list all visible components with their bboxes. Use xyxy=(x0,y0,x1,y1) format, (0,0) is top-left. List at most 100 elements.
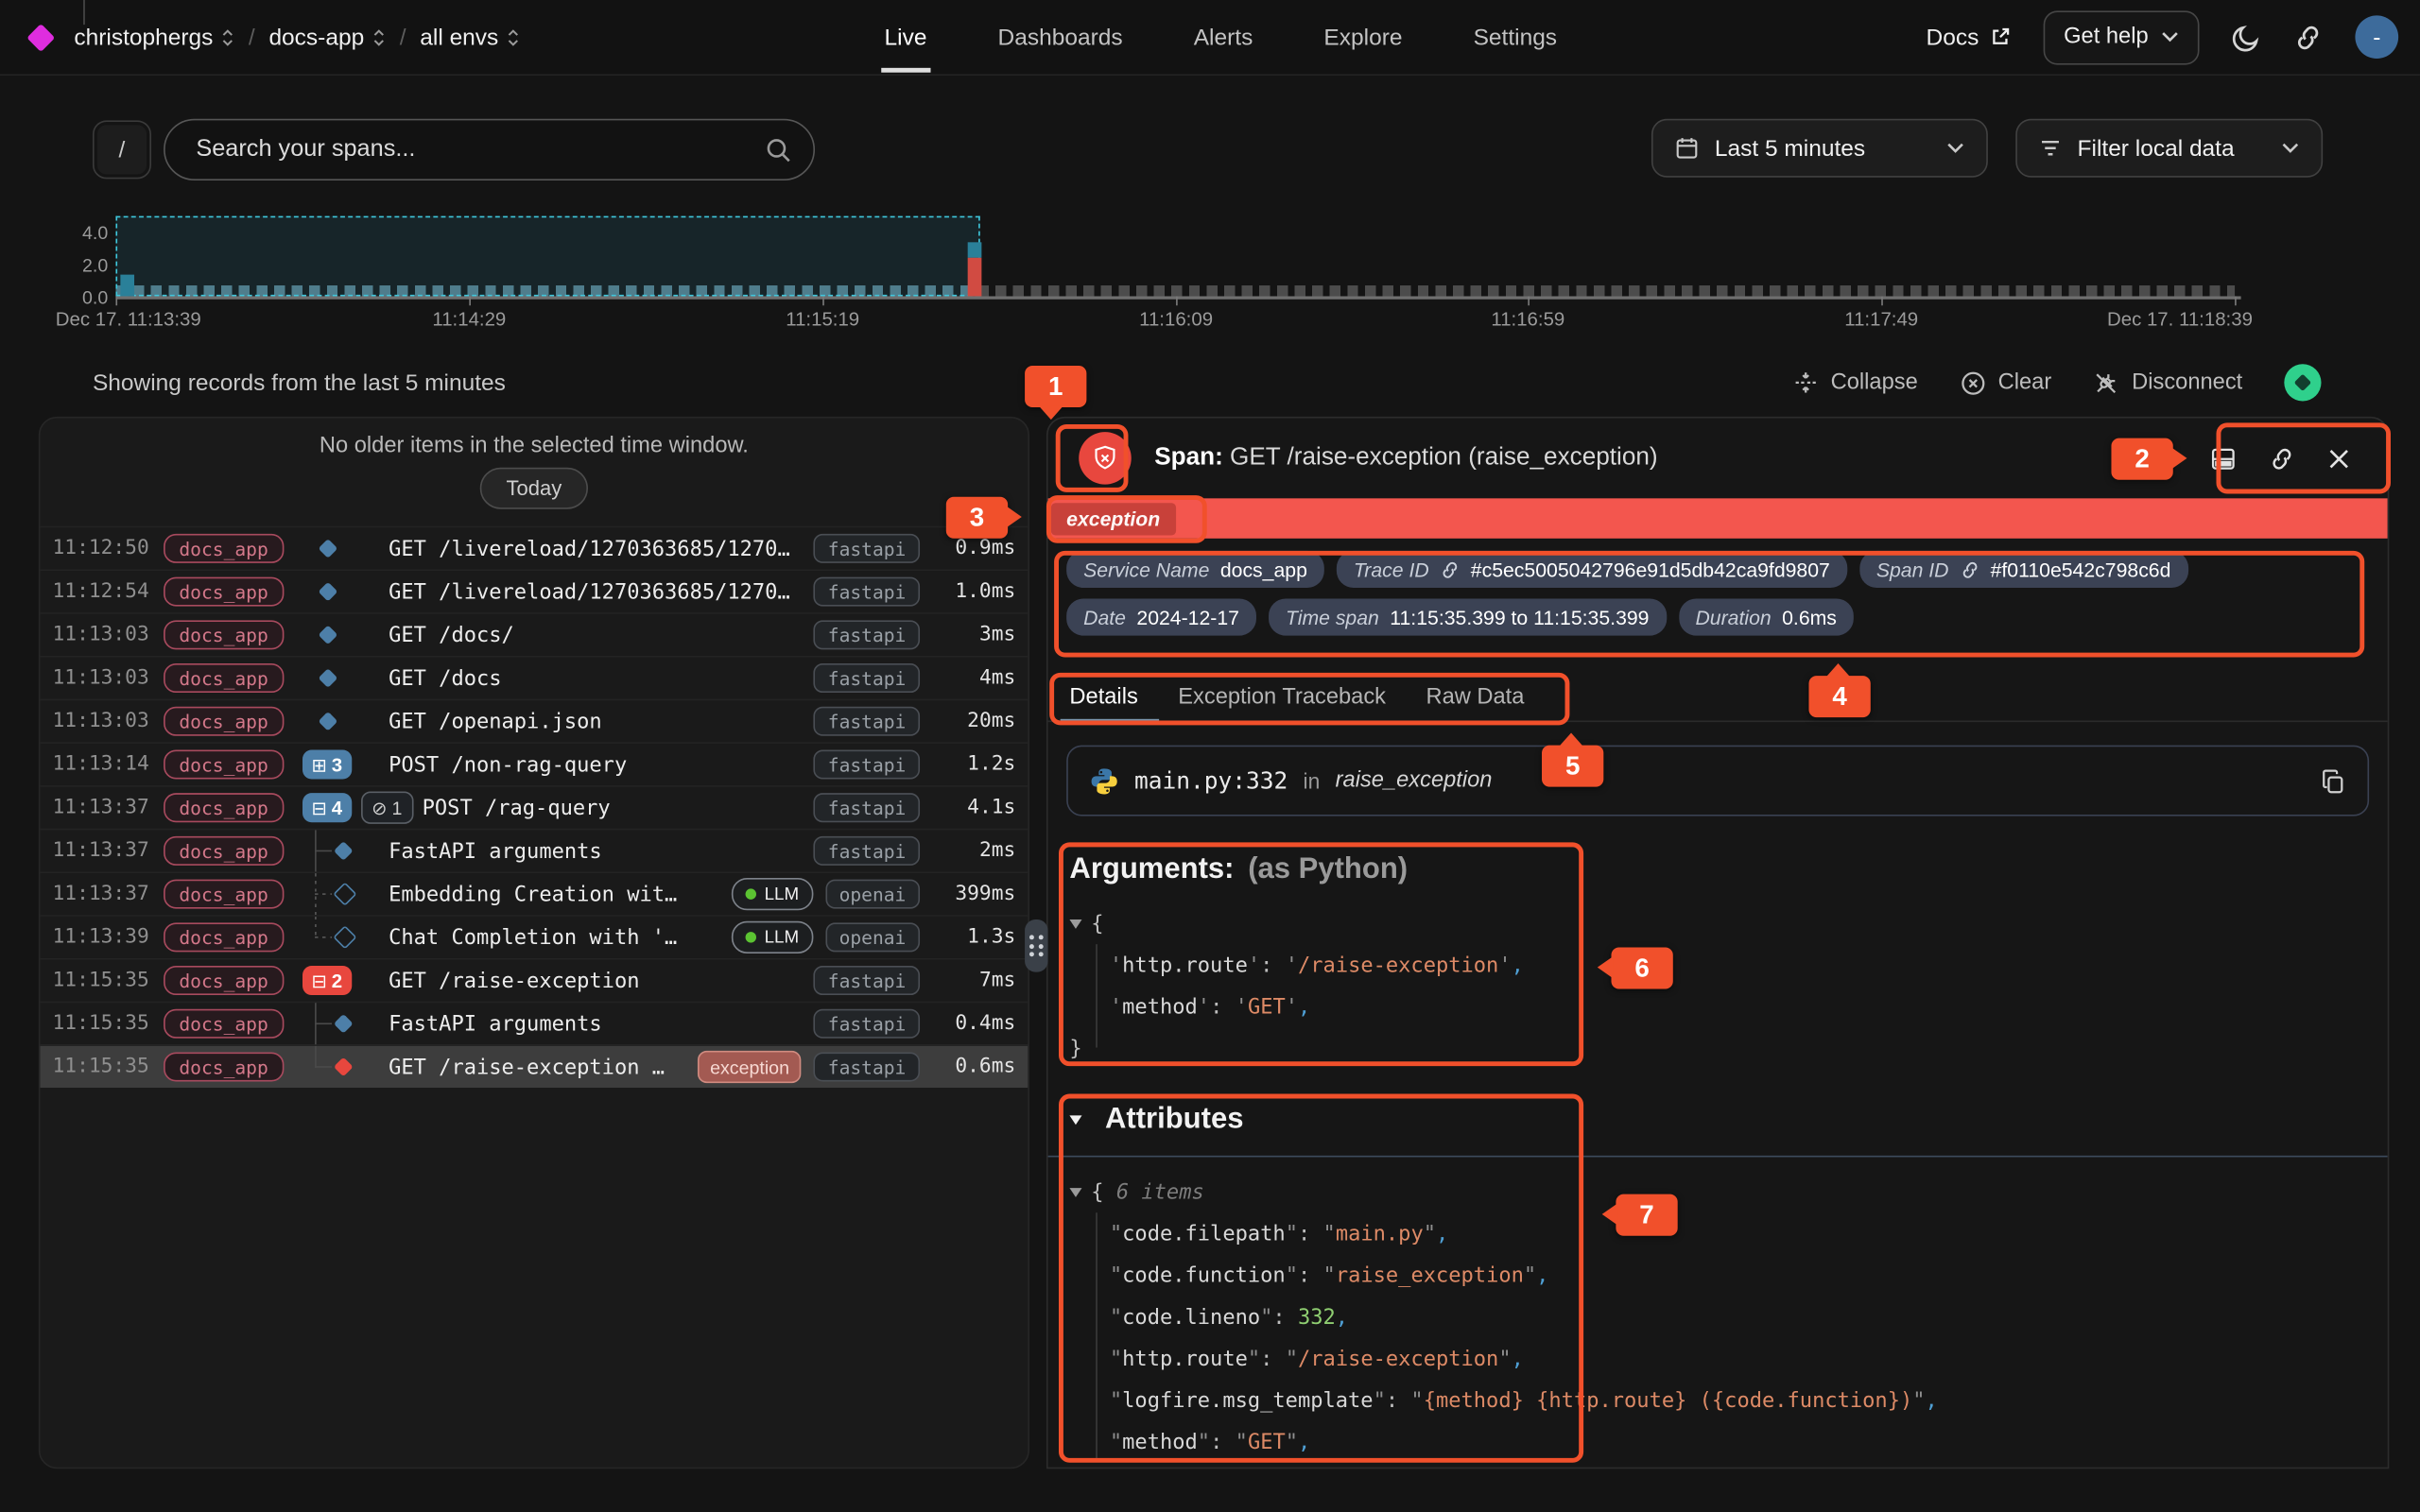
chevrons-up-down-icon xyxy=(506,27,520,47)
external-link-icon xyxy=(1990,26,2012,48)
span-row[interactable]: 11:13:37docs_appFastAPI argumentsfastapi… xyxy=(40,829,1028,872)
row-time: 11:13:37 xyxy=(53,839,164,862)
collapse-icon: ⊟ xyxy=(311,970,326,991)
share-link-icon[interactable] xyxy=(2293,23,2323,52)
user-avatar[interactable]: - xyxy=(2355,15,2398,59)
span-row[interactable]: 11:13:39docs_appChat Completion with '…L… xyxy=(40,915,1028,958)
framework-tag: fastapi xyxy=(814,707,920,736)
breadcrumb-env[interactable]: all envs xyxy=(420,24,520,50)
search-bar[interactable] xyxy=(164,119,815,180)
spans-timeline-chart[interactable]: 4.0 2.0 0.0 Dec 17. 11:13:39 11:14:29 11… xyxy=(0,208,2420,332)
span-name: Embedding Creation wit… xyxy=(389,882,719,906)
x-axis-label: 11:16:59 xyxy=(1491,309,1564,331)
meta-chip-span-id[interactable]: Span ID #f0110e542c798c6d xyxy=(1859,551,2188,588)
today-button[interactable]: Today xyxy=(480,468,588,509)
span-row[interactable]: 11:13:14docs_app⊞3POST /non-rag-queryfas… xyxy=(40,742,1028,785)
row-icon-zone xyxy=(299,658,379,699)
tab-details[interactable]: Details xyxy=(1069,685,1137,710)
time-range-button[interactable]: Last 5 minutes xyxy=(1651,119,1988,178)
llm-dot-icon xyxy=(746,932,756,942)
nav-link-settings[interactable]: Settings xyxy=(1474,24,1557,50)
source-file-line[interactable]: main.py:332 xyxy=(1134,766,1288,794)
theme-toggle-moon-icon[interactable] xyxy=(2232,23,2261,52)
x-axis-tickmark xyxy=(2235,296,2237,305)
source-location-box[interactable]: main.py:332 in raise_exception xyxy=(1066,746,2369,816)
breadcrumb: christophergs / docs-app / all envs xyxy=(25,0,520,74)
span-row[interactable]: 11:12:54docs_appGET /livereload/12703636… xyxy=(40,569,1028,612)
nav-link-explore[interactable]: Explore xyxy=(1323,24,1402,50)
span-row[interactable]: 11:13:03docs_appGET /docs/fastapi3ms xyxy=(40,612,1028,656)
framework-tag: fastapi xyxy=(814,534,920,563)
logfire-logo-icon[interactable] xyxy=(26,23,55,51)
code-line: "code.function": "raise_exception", xyxy=(1069,1254,2365,1296)
code-line: { xyxy=(1069,902,2365,944)
disconnect-button[interactable]: Disconnect xyxy=(2093,369,2242,396)
span-row[interactable]: 11:13:03docs_appGET /openapi.jsonfastapi… xyxy=(40,699,1028,743)
children-count-badge[interactable]: ⊟4 xyxy=(302,793,352,822)
filter-local-data-button[interactable]: Filter local data xyxy=(2015,119,2323,178)
span-row[interactable]: 11:15:35docs_appFastAPI argumentsfastapi… xyxy=(40,1002,1028,1045)
breadcrumb-project[interactable]: docs-app xyxy=(268,24,386,50)
slash-shortcut-key: / xyxy=(93,120,151,179)
span-row[interactable]: 11:13:37docs_appEmbedding Creation wit…L… xyxy=(40,871,1028,915)
collapse-button[interactable]: Collapse xyxy=(1793,370,1917,395)
annotation-label-1: 1 xyxy=(1025,366,1086,407)
row-time: 11:13:37 xyxy=(53,883,164,905)
row-icon-zone xyxy=(299,830,379,871)
collapse-caret-icon[interactable] xyxy=(1069,919,1081,928)
row-icon-zone: ⊟4⊘1 xyxy=(299,787,412,829)
get-help-button[interactable]: Get help xyxy=(2044,10,2200,64)
arguments-code[interactable]: {'http.route': '/raise-exception','metho… xyxy=(1069,902,2365,1069)
children-count: 2 xyxy=(332,970,342,991)
span-kind-diamond-icon xyxy=(318,539,337,558)
search-input[interactable] xyxy=(193,134,766,165)
breadcrumb-org[interactable]: christophergs xyxy=(74,24,234,50)
docs-link[interactable]: Docs xyxy=(1927,24,2012,50)
llm-label: LLM xyxy=(765,928,800,947)
children-count: 4 xyxy=(332,797,342,818)
span-detail-header: Span: GET /raise-exception (raise_except… xyxy=(1048,418,2388,498)
close-icon[interactable] xyxy=(2327,447,2350,470)
dock-panel-icon[interactable] xyxy=(2210,445,2237,472)
meta-chip-trace-id[interactable]: Trace ID #c5ec5005042796e91d5db42ca9fd98… xyxy=(1337,551,1847,588)
copy-icon[interactable] xyxy=(2320,767,2346,794)
attributes-code[interactable]: { 6 items"code.filepath": "main.py","cod… xyxy=(1069,1171,2365,1463)
service-badge: docs_app xyxy=(164,663,284,693)
app-root: christophergs / docs-app / all envs Live… xyxy=(0,0,2420,1512)
children-count-badge[interactable]: ⊟2 xyxy=(302,966,352,995)
meta-chip-date: Date2024-12-17 xyxy=(1066,598,1256,635)
span-row[interactable]: 11:15:35docs_appGET /raise-exception …ex… xyxy=(40,1044,1028,1088)
span-name: GET /docs/ xyxy=(389,623,802,647)
collapse-caret-icon[interactable] xyxy=(1069,1187,1081,1196)
span-row[interactable]: 11:12:50docs_appGET /livereload/12703636… xyxy=(40,526,1028,570)
panel-resize-handle[interactable] xyxy=(1025,919,1047,972)
x-axis-tickmark xyxy=(822,296,824,305)
connection-status-indicator[interactable] xyxy=(2284,364,2321,401)
span-row[interactable]: 11:13:37docs_app⊟4⊘1POST /rag-queryfasta… xyxy=(40,785,1028,829)
framework-tag: fastapi xyxy=(814,663,920,693)
collapse-caret-icon[interactable] xyxy=(1069,1115,1081,1125)
span-name: GET /openapi.json xyxy=(389,709,802,733)
children-count-badge[interactable]: ⊞3 xyxy=(302,749,352,779)
row-duration: 1.0ms xyxy=(920,580,1015,603)
span-duration-bar-exception[interactable]: exception xyxy=(1048,498,2388,538)
attributes-divider xyxy=(1048,1156,2388,1158)
copy-link-icon[interactable] xyxy=(2269,445,2295,472)
arguments-section-title: Arguments: (as Python) xyxy=(1069,853,1408,887)
clear-button[interactable]: Clear xyxy=(1960,369,2051,396)
span-kind-diamond-icon xyxy=(334,1014,354,1034)
span-row[interactable]: 11:15:35docs_app⊟2GET /raise-exceptionfa… xyxy=(40,958,1028,1002)
nav-link-alerts[interactable]: Alerts xyxy=(1194,24,1253,50)
source-function: raise_exception xyxy=(1336,768,1493,793)
tab-raw-data[interactable]: Raw Data xyxy=(1426,685,1524,710)
tab-exception-traceback[interactable]: Exception Traceback xyxy=(1178,685,1386,710)
framework-tag: fastapi xyxy=(814,966,920,995)
row-duration: 4.1s xyxy=(920,796,1015,818)
span-row[interactable]: 11:13:03docs_appGET /docsfastapi4ms xyxy=(40,656,1028,699)
span-kind-diamond-icon xyxy=(318,625,337,644)
nav-link-dashboards[interactable]: Dashboards xyxy=(998,24,1123,50)
row-icon-zone xyxy=(299,614,379,656)
span-name: GET /raise-exception … xyxy=(389,1055,685,1079)
nav-link-live[interactable]: Live xyxy=(885,24,927,50)
row-time: 11:13:14 xyxy=(53,753,164,776)
